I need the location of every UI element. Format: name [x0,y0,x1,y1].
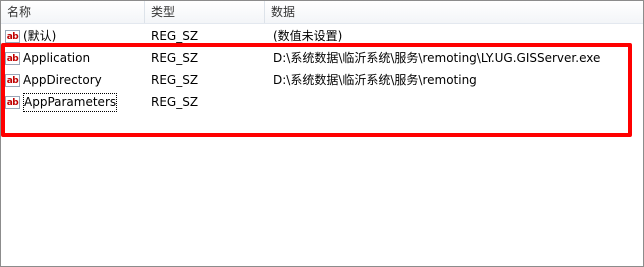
registry-value-row-appdirectory[interactable]: ab AppDirectory REG_SZ D:\系统数据\临沂系统\服务\re… [1,70,643,91]
string-value-icon: ab [5,96,20,109]
value-data: D:\系统数据\临沂系统\服务\remoting\LY.UG.GISServer… [273,51,601,65]
value-name-cell: ab (默认) [5,26,145,47]
value-name-cell: ab Application [5,48,145,69]
value-data: D:\系统数据\临沂系统\服务\remoting [273,73,477,87]
value-name: (默认) [23,29,57,43]
value-type: REG_SZ [151,51,199,65]
column-header-type[interactable]: 类型 [145,1,265,23]
registry-value-row-appparameters[interactable]: ab AppParameters REG_SZ [1,92,643,113]
column-header-data[interactable]: 数据 [265,1,643,23]
value-name-cell: ab AppParameters [5,92,145,113]
registry-value-row-default[interactable]: ab (默认) REG_SZ (数值未设置) [1,26,643,47]
value-type: REG_SZ [151,95,199,109]
value-name-focused[interactable]: AppParameters [23,93,118,112]
string-value-icon: ab [5,30,20,43]
value-type: REG_SZ [151,73,199,87]
value-name: Application [23,51,91,65]
value-name: AppDirectory [23,73,102,87]
string-value-icon: ab [5,74,20,87]
list-header: 名称 类型 数据 [1,1,643,24]
registry-value-row-application[interactable]: ab Application REG_SZ D:\系统数据\临沂系统\服务\rem… [1,48,643,69]
value-type: REG_SZ [151,29,199,43]
value-name-cell: ab AppDirectory [5,70,145,91]
column-header-name[interactable]: 名称 [1,1,145,23]
registry-values-list: 名称 类型 数据 ab (默认) REG_SZ (数值未设置) ab Applica… [0,0,644,267]
value-data [273,92,641,113]
value-data: (数值未设置) [273,29,343,43]
string-value-icon: ab [5,52,20,65]
